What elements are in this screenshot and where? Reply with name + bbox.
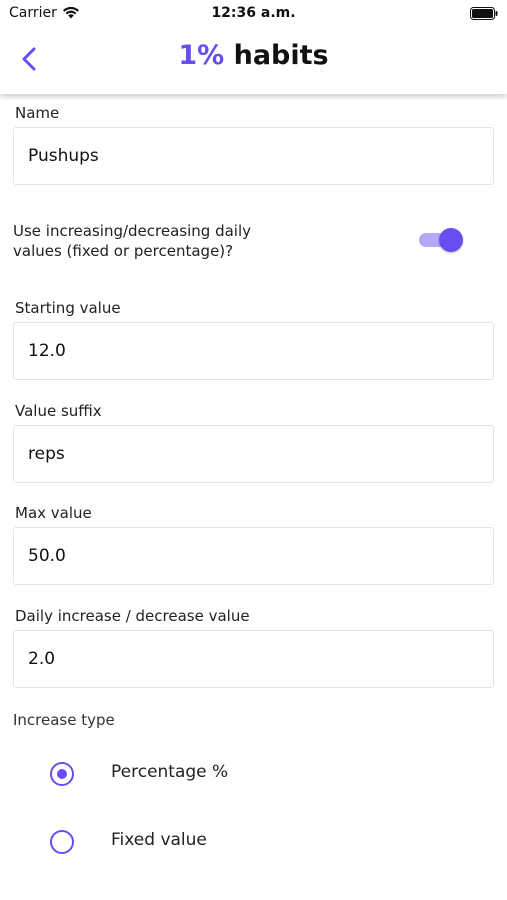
name-label: Name [15, 104, 60, 122]
starting-value-value: 12.0 [28, 341, 66, 361]
starting-value-label: Starting value [15, 299, 121, 317]
starting-value-input[interactable]: 12.0 [13, 322, 494, 380]
daily-change-input[interactable]: 2.0 [13, 630, 494, 688]
daily-change-label: Daily increase / decrease value [15, 607, 250, 625]
status-time: 12:36 a.m. [211, 5, 296, 21]
radio-label-percentage: Percentage % [111, 762, 229, 782]
toggle-thumb [439, 228, 463, 252]
max-value-value: 50.0 [28, 546, 66, 566]
name-value: Pushups [28, 146, 99, 166]
value-suffix-value: reps [28, 444, 65, 464]
value-suffix-label: Value suffix [15, 402, 102, 420]
name-input[interactable]: Pushups [13, 127, 494, 185]
radio-label-fixed: Fixed value [111, 830, 207, 850]
radio-option-fixed[interactable]: Fixed value [0, 817, 507, 867]
radio-selected-icon[interactable] [50, 762, 74, 786]
value-suffix-input[interactable]: reps [13, 425, 494, 483]
radio-option-percentage[interactable]: Percentage % [0, 749, 507, 799]
app-title-text: habits [233, 40, 329, 71]
max-value-label: Max value [15, 504, 92, 522]
daily-change-value: 2.0 [28, 649, 56, 669]
radio-dot [57, 769, 67, 779]
radio-unselected-icon[interactable] [50, 830, 74, 854]
max-value-input[interactable]: 50.0 [13, 527, 494, 585]
increasing-values-toggle[interactable] [419, 228, 465, 252]
app-title: 1% habits [0, 40, 507, 71]
battery-icon [470, 7, 498, 20]
app-title-accent: 1% [178, 40, 225, 71]
increase-type-label: Increase type [13, 711, 115, 729]
increasing-values-label: Use increasing/decreasing daily values (… [13, 222, 251, 260]
status-bar: Carrier 12:36 a.m. [0, 0, 507, 28]
navigation-bar: 1% habits [0, 28, 507, 94]
